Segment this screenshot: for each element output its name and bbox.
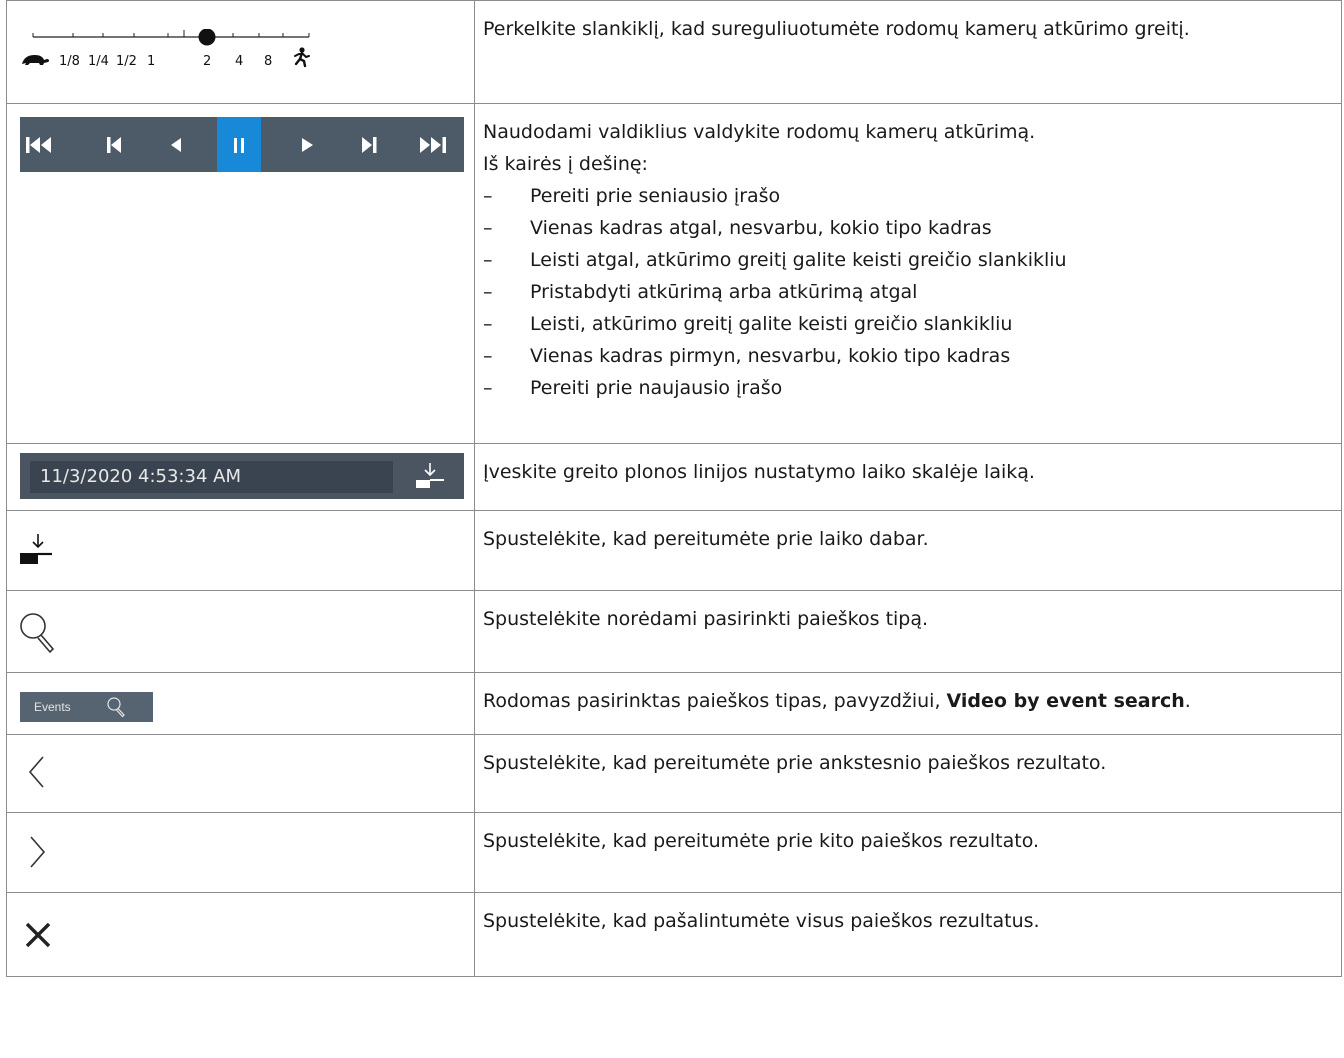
table-row: Events Rodomas pasirinktas paieškos tipa… — [6, 672, 1342, 735]
list-item: Leisti atgal, atkūrimo greitį galite kei… — [483, 244, 1333, 276]
chevron-left-icon — [28, 756, 44, 788]
go-to-now-icon — [20, 534, 52, 564]
icon-cell — [6, 892, 475, 977]
list-item: Vienas kadras atgal, nesvarbu, kokio tip… — [483, 212, 1333, 244]
search-type-button[interactable]: Events — [20, 692, 153, 722]
jump-to-oldest-button[interactable] — [20, 117, 60, 172]
turtle-icon — [22, 55, 50, 65]
description-text: Rodomas pasirinktas paieškos tipas, pavy… — [483, 690, 947, 712]
time-input[interactable]: 11/3/2020 4:53:34 AM — [30, 461, 393, 493]
description-cell: Spustelėkite, kad pereitumėte prie kito … — [474, 812, 1342, 893]
description-text: . — [1184, 690, 1191, 712]
icon-cell: Events — [6, 672, 475, 735]
slider-ticks — [32, 30, 310, 37]
jump-to-newest-button[interactable] — [412, 117, 452, 172]
go-to-now-icon[interactable] — [414, 461, 446, 493]
playback-toolbar — [20, 117, 464, 172]
description-text: Naudodami valdiklius valdykite rodomų ka… — [483, 121, 1036, 143]
list-item: Pristabdyti atkūrimą arba atkūrimą atgal — [483, 276, 1333, 308]
icon-cell — [6, 734, 475, 813]
control-list: Pereiti prie seniausio įrašo Vienas kadr… — [483, 180, 1333, 404]
description-text: Iš kairės į dešinę: — [483, 153, 648, 175]
runner-icon — [294, 47, 310, 68]
icon-cell — [6, 812, 475, 893]
description-cell: Spustelėkite, kad pereitumėte prie laiko… — [474, 510, 1342, 591]
description-text: Spustelėkite norėdami pasirinkti paieško… — [483, 608, 929, 630]
description-text: Spustelėkite, kad pašalintumėte visus pa… — [483, 910, 1040, 932]
table-row: Spustelėkite norėdami pasirinkti paieško… — [6, 590, 1342, 673]
description-text: Perkelkite slankiklį, kad sureguliuotumė… — [483, 18, 1190, 40]
speed-tick-label: 8 — [264, 54, 272, 69]
step-back-button[interactable] — [94, 117, 134, 172]
description-text: Spustelėkite, kad pereitumėte prie ankst… — [483, 752, 1107, 774]
list-item: Leisti, atkūrimo greitį galite keisti gr… — [483, 308, 1333, 340]
search-type-example: Video by event search — [946, 690, 1185, 712]
table-row: Spustelėkite, kad pereitumėte prie kito … — [6, 812, 1342, 893]
speed-tick-label: 2 — [203, 54, 211, 69]
table-row: 1/8 1/4 1/2 1 2 4 8 Perkelkite slankiklį… — [6, 0, 1342, 104]
description-cell: Spustelėkite, kad pašalintumėte visus pa… — [474, 892, 1342, 977]
pause-button[interactable] — [217, 117, 261, 172]
speed-tick-label: 1 — [147, 54, 155, 69]
step-forward-button[interactable] — [349, 117, 389, 172]
slider-thumb[interactable] — [198, 29, 216, 46]
description-cell: Spustelėkite norėdami pasirinkti paieško… — [474, 590, 1342, 673]
icon-cell — [6, 103, 475, 444]
icon-cell — [6, 510, 475, 591]
description-text: Spustelėkite, kad pereitumėte prie laiko… — [483, 528, 929, 550]
speed-tick-label: 4 — [235, 54, 243, 69]
play-icon — [302, 137, 313, 152]
description-text: Spustelėkite, kad pereitumėte prie kito … — [483, 830, 1040, 852]
description-cell: Perkelkite slankiklį, kad sureguliuotumė… — [474, 0, 1342, 104]
table-row: 11/3/2020 4:53:34 AM Įveskite greito plo… — [6, 443, 1342, 511]
description-cell: Įveskite greito plonos linijos nustatymo… — [474, 443, 1342, 511]
speed-tick-label: 1/4 — [88, 54, 109, 69]
icon-cell: 11/3/2020 4:53:34 AM — [6, 443, 475, 511]
play-button[interactable] — [287, 117, 327, 172]
table-row: Spustelėkite, kad pašalintumėte visus pa… — [6, 892, 1342, 977]
icon-cell — [6, 590, 475, 673]
description-cell: Spustelėkite, kad pereitumėte prie ankst… — [474, 734, 1342, 813]
list-item: Vienas kadras pirmyn, nesvarbu, kokio ti… — [483, 340, 1333, 372]
description-cell: Naudodami valdiklius valdykite rodomų ka… — [474, 103, 1342, 444]
description-text: Įveskite greito plonos linijos nustatymo… — [483, 461, 1035, 483]
step-back-icon — [107, 136, 121, 153]
search-icon — [20, 613, 55, 654]
speed-tick-label: 1/8 — [59, 54, 80, 69]
icon-cell: 1/8 1/4 1/2 1 2 4 8 — [6, 0, 475, 104]
search-type-label: Events — [34, 700, 71, 714]
table-row: Naudodami valdiklius valdykite rodomų ka… — [6, 103, 1342, 444]
search-icon — [107, 697, 125, 718]
play-reverse-icon — [171, 137, 181, 152]
step-forward-icon — [362, 136, 377, 153]
speed-slider[interactable]: 1/8 1/4 1/2 1 2 4 8 — [21, 29, 321, 69]
close-icon — [25, 922, 51, 948]
skip-to-start-icon — [26, 136, 51, 153]
play-reverse-button[interactable] — [156, 117, 196, 172]
list-item: Pereiti prie naujausio įrašo — [483, 372, 1333, 404]
skip-to-end-icon — [420, 136, 446, 153]
chevron-right-icon — [30, 836, 46, 868]
description-cell: Rodomas pasirinktas paieškos tipas, pavy… — [474, 672, 1342, 735]
list-item: Pereiti prie seniausio įrašo — [483, 180, 1333, 212]
speed-tick-label: 1/2 — [116, 54, 137, 69]
pause-icon — [234, 137, 244, 153]
table-row: Spustelėkite, kad pereitumėte prie ankst… — [6, 734, 1342, 813]
table-row: Spustelėkite, kad pereitumėte prie laiko… — [6, 510, 1342, 591]
toolbar-reference-table: 1/8 1/4 1/2 1 2 4 8 Perkelkite slankiklį… — [6, 0, 1342, 977]
time-toolbar: 11/3/2020 4:53:34 AM — [20, 453, 464, 499]
